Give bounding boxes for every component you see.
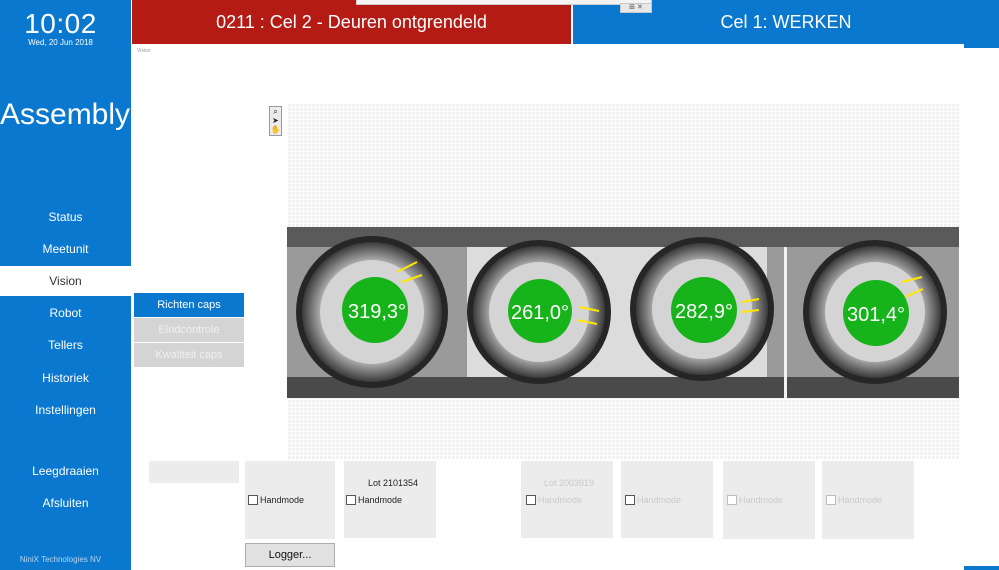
- handmode-label-6: Handmode: [838, 495, 883, 505]
- submenu-kwaliteit-caps[interactable]: Kwaliteit caps: [134, 343, 244, 367]
- panel-blank: [149, 461, 239, 483]
- handmode-checkbox-6[interactable]: Handmode: [826, 495, 882, 505]
- submenu-richten-caps[interactable]: Richten caps: [134, 293, 244, 317]
- angle-1: 319,3°: [348, 301, 406, 323]
- leegdraaien-button[interactable]: Leegdraaien: [0, 456, 131, 486]
- zoom-icon[interactable]: ⌕: [270, 107, 281, 116]
- clock: 10:02: [24, 8, 97, 39]
- handmode-checkbox-5[interactable]: Handmode: [727, 495, 783, 505]
- alarm-banner[interactable]: 0211 : Cel 2 - Deuren ontgrendeld: [132, 0, 571, 44]
- sidebar: 10:02 Wed, 20 Jun 2018 Assembly Status M…: [0, 0, 131, 570]
- handmode-checkbox-3[interactable]: Handmode: [526, 495, 582, 505]
- nav-meetunit[interactable]: Meetunit: [0, 234, 131, 264]
- popup-controls-icon[interactable]: ⊞ ✕: [620, 3, 652, 13]
- angle-4: 301,4°: [847, 304, 905, 326]
- top-popup-strip: [356, 0, 652, 5]
- nav-instellingen[interactable]: Instellingen: [0, 395, 131, 425]
- checkbox-box-icon[interactable]: [826, 495, 836, 505]
- lot-label-2: Lot 2101354: [368, 478, 419, 488]
- angle-2: 261,0°: [511, 302, 569, 324]
- handmode-label-2: Handmode: [358, 495, 403, 505]
- submenu-eindcontrole[interactable]: Eindcontrole: [134, 318, 244, 342]
- right-strip-fill: [964, 48, 999, 566]
- image-toolbar: ⌕ ➤ ✋: [269, 106, 282, 136]
- handmode-label-1: Handmode: [260, 495, 305, 505]
- handmode-checkbox-1[interactable]: Handmode: [248, 495, 304, 505]
- lot-label-3: Lot 2003919: [544, 478, 595, 488]
- camera-image-svg: 319,3° 261,0° 282,9° 301,4°: [287, 227, 959, 398]
- pointer-icon[interactable]: ➤: [270, 116, 281, 125]
- checkbox-box-icon[interactable]: [526, 495, 536, 505]
- nav-status[interactable]: Status: [0, 202, 131, 232]
- checkbox-box-icon[interactable]: [248, 495, 258, 505]
- checkbox-box-icon[interactable]: [625, 495, 635, 505]
- handmode-label-5: Handmode: [739, 495, 784, 505]
- nav-tellers[interactable]: Tellers: [0, 330, 131, 360]
- section-label: Vision: [137, 48, 151, 54]
- checkbox-box-icon[interactable]: [727, 495, 737, 505]
- afsluiten-button[interactable]: Afsluiten: [0, 488, 131, 518]
- pan-icon[interactable]: ✋: [270, 125, 281, 134]
- nav-historiek[interactable]: Historiek: [0, 363, 131, 393]
- logger-button[interactable]: Logger...: [245, 543, 335, 567]
- checkbox-box-icon[interactable]: [346, 495, 356, 505]
- handmode-checkbox-2[interactable]: Handmode: [346, 495, 402, 505]
- app-title: Assembly: [0, 98, 131, 131]
- handmode-label-3: Handmode: [538, 495, 583, 505]
- handmode-checkbox-4[interactable]: Handmode: [625, 495, 681, 505]
- nav-vision[interactable]: Vision: [0, 266, 131, 296]
- date: Wed, 20 Jun 2018: [28, 38, 93, 47]
- nav-robot[interactable]: Robot: [0, 298, 131, 328]
- camera-image: 319,3° 261,0° 282,9° 301,4°: [287, 227, 959, 398]
- handmode-label-4: Handmode: [637, 495, 682, 505]
- angle-3: 282,9°: [675, 301, 733, 323]
- company-footer: NiniX Technologies NV: [19, 555, 102, 564]
